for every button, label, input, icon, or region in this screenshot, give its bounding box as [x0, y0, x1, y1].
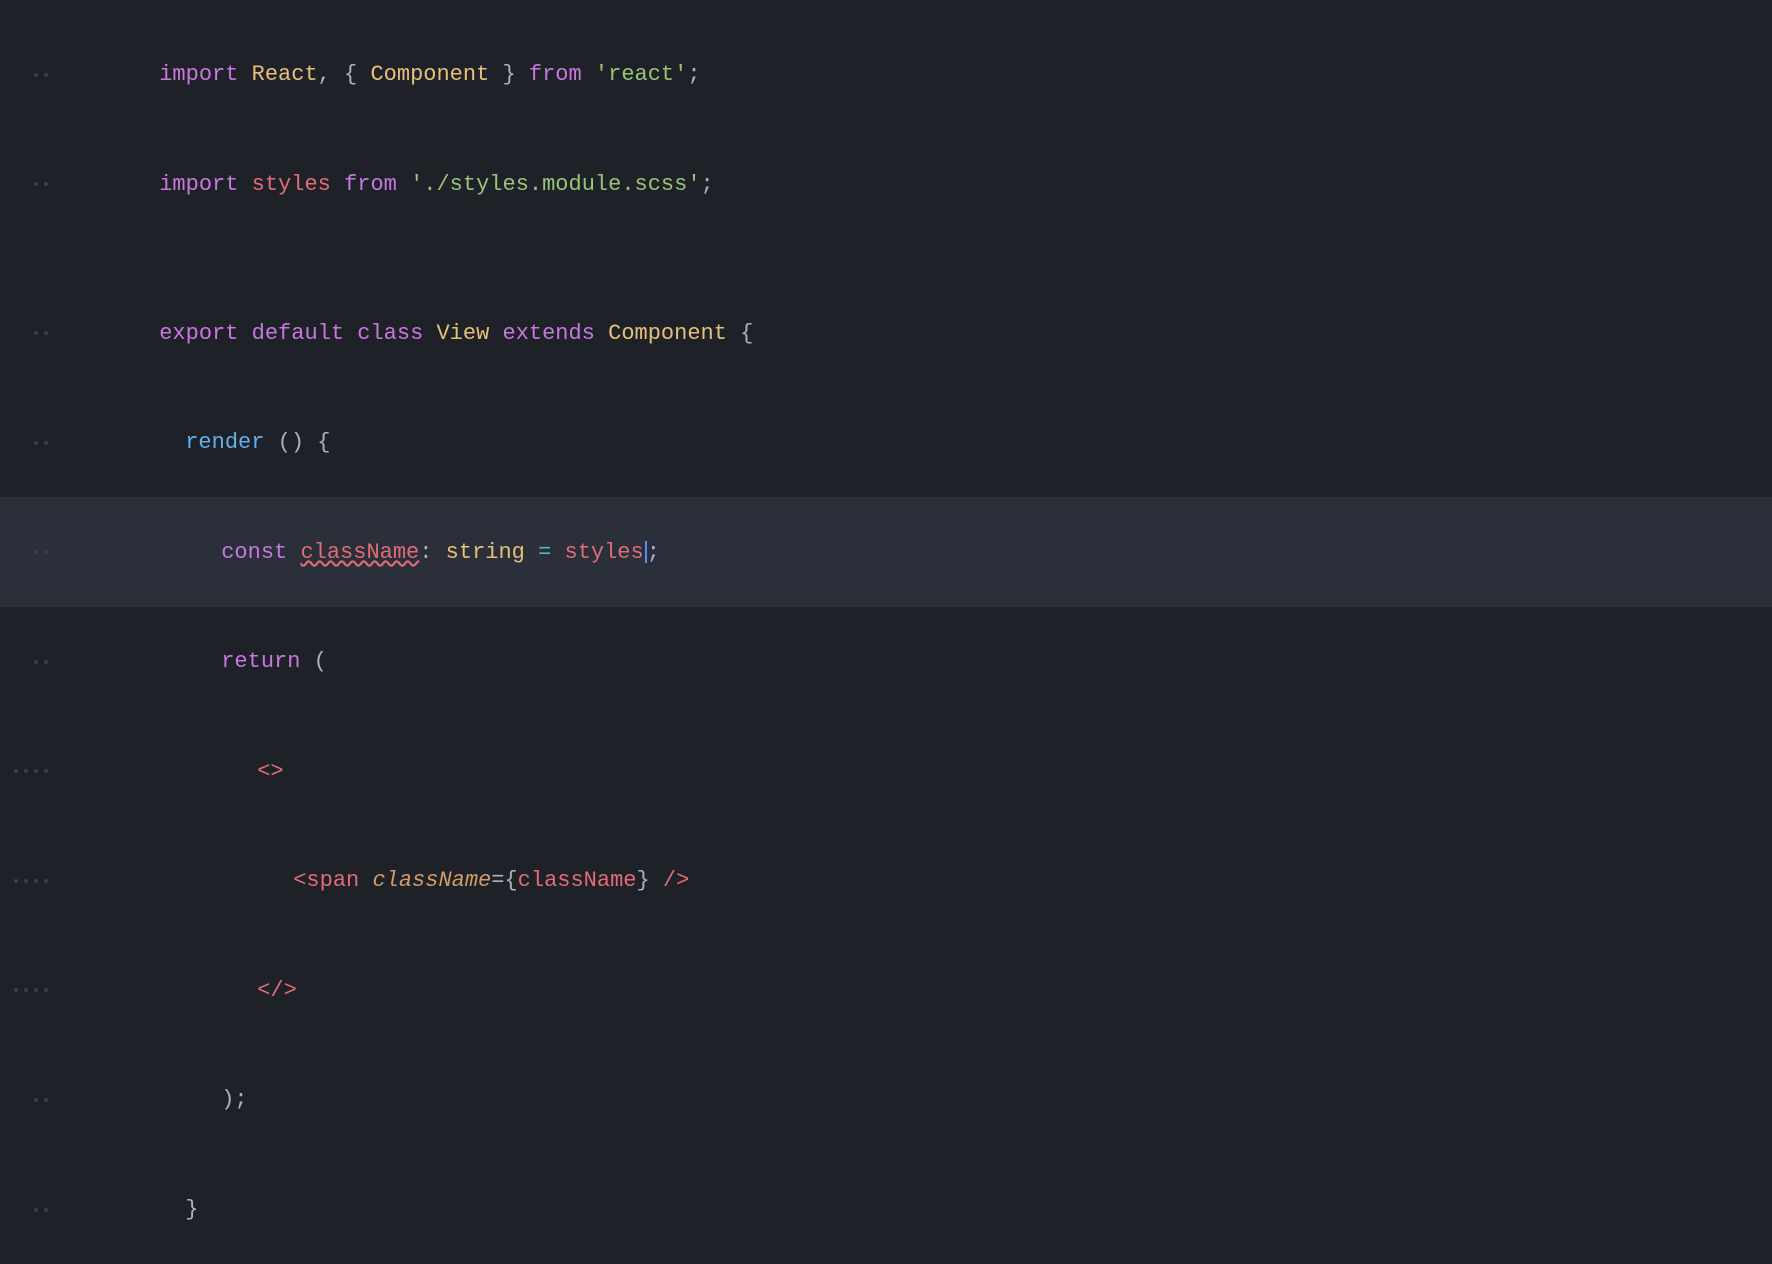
- gutter-2: [0, 182, 70, 186]
- dot: [34, 879, 38, 883]
- identifier-component: Component: [370, 62, 489, 87]
- dot: [34, 988, 38, 992]
- jsx-fragment-open: <>: [257, 759, 283, 784]
- identifier-view: View: [436, 321, 489, 346]
- keyword-extends: extends: [503, 321, 595, 346]
- dot: [44, 73, 48, 77]
- line-content-5: render () {: [70, 390, 330, 496]
- line-content-6: const className: string = styles;: [70, 499, 660, 605]
- line-content-4: export default class View extends Compon…: [70, 280, 753, 386]
- keyword-const: const: [221, 540, 287, 565]
- dot: [44, 550, 48, 554]
- code-line-8: <>: [0, 717, 1772, 827]
- line-content-9: <span className={className} />: [70, 828, 689, 934]
- jsx-fragment-close: </>: [257, 978, 297, 1003]
- keyword-from: from: [344, 172, 397, 197]
- identifier-styles: styles: [565, 540, 644, 565]
- dot: [44, 1208, 48, 1212]
- dot: [44, 769, 48, 773]
- gutter-12: [0, 1208, 70, 1212]
- dot: [34, 1208, 38, 1212]
- line-content-2: import styles from './styles.module.scss…: [70, 132, 714, 238]
- line-content-10: </>: [70, 938, 297, 1044]
- keyword-import: import: [159, 62, 238, 87]
- code-line-3: [0, 239, 1772, 278]
- dot: [34, 182, 38, 186]
- dot: [34, 769, 38, 773]
- string-scss: './styles.module.scss': [410, 172, 700, 197]
- dot: [14, 988, 18, 992]
- dot: [44, 660, 48, 664]
- code-line-11: );: [0, 1045, 1772, 1155]
- code-line-5: render () {: [0, 388, 1772, 498]
- gutter-1: [0, 73, 70, 77]
- dot: [44, 441, 48, 445]
- dot: [44, 988, 48, 992]
- gutter-8: [0, 769, 70, 773]
- dot: [34, 73, 38, 77]
- line-content-1: import React, { Component } from 'react'…: [70, 22, 701, 128]
- gutter-10: [0, 988, 70, 992]
- gutter-5: [0, 441, 70, 445]
- code-line-1: import React, { Component } from 'react'…: [0, 20, 1772, 130]
- identifier-component: Component: [608, 321, 727, 346]
- keyword-default: default: [252, 321, 344, 346]
- line-content-8: <>: [70, 719, 284, 825]
- keyword-class: class: [357, 321, 423, 346]
- identifier-styles: styles: [252, 172, 331, 197]
- dot: [14, 879, 18, 883]
- identifier-react: React: [252, 62, 318, 87]
- jsx-attr-value: className: [518, 868, 637, 893]
- dot: [34, 660, 38, 664]
- code-line-7: return (: [0, 607, 1772, 717]
- dot: [44, 182, 48, 186]
- dot: [24, 879, 28, 883]
- keyword-import: import: [159, 172, 238, 197]
- code-line-12: }: [0, 1155, 1772, 1264]
- dot: [24, 988, 28, 992]
- gutter-6: [0, 550, 70, 554]
- code-line-6: const className: string = styles;: [0, 497, 1772, 607]
- line-content-7: return (: [70, 609, 327, 715]
- dot: [44, 879, 48, 883]
- operator-equals: =: [538, 540, 551, 565]
- code-line-4: export default class View extends Compon…: [0, 278, 1772, 388]
- code-editor[interactable]: import React, { Component } from 'react'…: [0, 0, 1772, 1264]
- code-line-2: import styles from './styles.module.scss…: [0, 130, 1772, 240]
- dot: [14, 769, 18, 773]
- keyword-return: return: [221, 649, 300, 674]
- keyword-from: from: [529, 62, 582, 87]
- method-render: render: [185, 430, 264, 455]
- code-line-9: <span className={className} />: [0, 826, 1772, 936]
- code-line-10: </>: [0, 936, 1772, 1046]
- gutter-4: [0, 331, 70, 335]
- gutter-9: [0, 879, 70, 883]
- dot: [24, 769, 28, 773]
- dot: [34, 550, 38, 554]
- dot: [34, 441, 38, 445]
- jsx-tag-open: <span: [293, 868, 359, 893]
- jsx-tag-self-close: />: [663, 868, 689, 893]
- identifier-classname: className: [300, 540, 419, 565]
- dot: [34, 331, 38, 335]
- gutter-11: [0, 1098, 70, 1102]
- type-string: string: [446, 540, 525, 565]
- keyword-export: export: [159, 321, 238, 346]
- line-content-11: );: [70, 1047, 248, 1153]
- dot: [44, 1098, 48, 1102]
- dot: [44, 331, 48, 335]
- gutter-7: [0, 660, 70, 664]
- dot: [34, 1098, 38, 1102]
- string-react: 'react': [595, 62, 687, 87]
- jsx-attr-classname: className: [372, 868, 491, 893]
- line-content-12: }: [70, 1157, 198, 1263]
- line-content-3: [70, 241, 93, 276]
